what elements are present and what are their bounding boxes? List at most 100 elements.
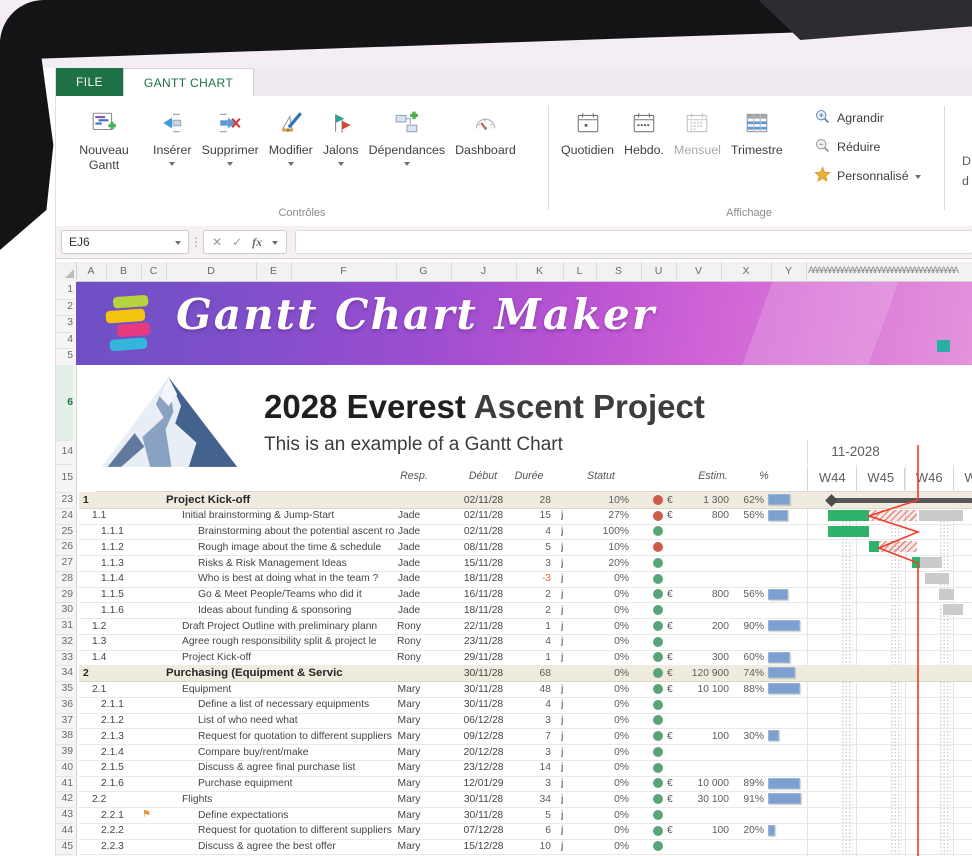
status-dot: [653, 511, 663, 521]
row-header-39[interactable]: 39: [56, 744, 73, 761]
insert-function-icon[interactable]: fx: [252, 235, 262, 250]
row-header-6[interactable]: 6: [56, 365, 73, 441]
quotidien-button[interactable]: Quotidien: [556, 100, 619, 158]
name-box[interactable]: EJ6: [61, 230, 189, 254]
row-header-42[interactable]: 42: [56, 791, 73, 808]
tab-file[interactable]: FILE: [56, 68, 123, 96]
row-header-26[interactable]: 26: [56, 539, 73, 556]
table-row[interactable]: 2.1.6Purchase equipmentMary12/01/293j0%€…: [79, 776, 972, 793]
nouveau-gantt-button[interactable]: Nouveau Gantt: [60, 100, 148, 173]
enter-icon[interactable]: ✓: [232, 235, 242, 249]
row-header-37[interactable]: 37: [56, 713, 73, 730]
formula-input[interactable]: [295, 230, 972, 254]
table-row[interactable]: 2.1.3Request for quotation to different …: [79, 728, 972, 745]
agrandir-button[interactable]: Agrandir: [814, 108, 921, 128]
percent-cell: 88%: [724, 683, 764, 696]
table-row[interactable]: 1.3Agree rough responsibility split & pr…: [79, 634, 972, 651]
row-header-40[interactable]: 40: [56, 760, 73, 777]
row-header-2[interactable]: 2: [56, 299, 73, 317]
row-header-45[interactable]: 45: [56, 839, 73, 856]
dashboard-button[interactable]: Dashboard: [450, 100, 521, 158]
table-row[interactable]: 1.1.6Ideas about funding & sponsoringJad…: [79, 602, 972, 619]
cancel-icon[interactable]: ✕: [212, 235, 222, 249]
responsible-cell: Rony: [379, 620, 439, 633]
duration-cell: 68: [511, 667, 551, 680]
table-row[interactable]: 2.1.4Compare buy/rent/makeMary20/12/283j…: [79, 744, 972, 761]
reduire-button[interactable]: Réduire: [814, 137, 921, 157]
row-header-24[interactable]: 24: [56, 508, 73, 525]
gantt-bar-gry: [943, 604, 963, 615]
row-header-29[interactable]: 29: [56, 587, 73, 604]
task-name-cell: Initial brainstorming & Jump-Start: [182, 509, 394, 522]
row-header-23[interactable]: 23: [56, 492, 73, 509]
percent-cell: 90%: [724, 620, 764, 633]
row-header-1[interactable]: 1: [56, 282, 73, 300]
more-options-icon[interactable]: ⋮: [189, 235, 203, 249]
mensuel-button[interactable]: Mensuel: [669, 100, 726, 158]
row-header-31[interactable]: 31: [56, 618, 73, 635]
task-name-cell: Discuss & agree final purchase list: [198, 761, 394, 774]
start-date-cell: 23/11/28: [451, 635, 516, 648]
table-row[interactable]: 1.4Project Kick-offRony29/11/281j0%€3006…: [79, 650, 972, 667]
row-header-36[interactable]: 36: [56, 697, 73, 714]
table-row[interactable]: 1.1.4Who is best at doing what in the te…: [79, 571, 972, 588]
ribbon-separator: [548, 106, 549, 210]
modifier-button[interactable]: Modifier: [264, 100, 318, 166]
row-header-32[interactable]: 32: [56, 634, 73, 651]
row-header-14[interactable]: 14: [56, 440, 73, 465]
row-header-25[interactable]: 25: [56, 524, 73, 541]
template-banner: Gantt Chart Maker: [76, 282, 972, 365]
sheet-canvas: Gantt Chart Maker 2028 Everest Ascent Pr…: [56, 262, 972, 856]
status-pct-cell: 0%: [589, 683, 629, 696]
row-header-28[interactable]: 28: [56, 571, 73, 588]
row-header-38[interactable]: 38: [56, 728, 73, 745]
table-row[interactable]: 2.1.2List of who need whatMary06/12/283j…: [79, 713, 972, 730]
table-row[interactable]: 1.1.3Risks & Risk Management IdeasJade15…: [79, 555, 972, 572]
start-date-cell: 12/01/29: [451, 777, 516, 790]
table-row[interactable]: 2.1EquipmentMary30/11/2848j0%€10 10088%: [79, 681, 972, 698]
table-row[interactable]: 2.2.3Discuss & agree the best offerMary1…: [79, 839, 972, 856]
calendar-week-icon: [631, 106, 657, 140]
row-header-4[interactable]: 4: [56, 332, 73, 350]
row-header-15[interactable]: 15: [56, 464, 73, 493]
jalons-button[interactable]: Jalons: [318, 100, 364, 166]
table-row[interactable]: 2.2FlightsMary30/11/2834j0%€30 10091%: [79, 791, 972, 808]
wbs-cell: 1.1.2: [101, 541, 156, 554]
row-header-3[interactable]: 3: [56, 315, 73, 333]
row-header-27[interactable]: 27: [56, 555, 73, 572]
table-row[interactable]: 2.2.2Request for quotation to different …: [79, 823, 972, 840]
table-row[interactable]: 1.2Draft Project Outline with preliminar…: [79, 618, 972, 635]
table-row[interactable]: 2.1.1Define a list of necessary equipmen…: [79, 697, 972, 714]
row-header-35[interactable]: 35: [56, 681, 73, 698]
duration-cell: 4: [511, 525, 551, 538]
hebdo-button[interactable]: Hebdo.: [619, 100, 669, 158]
task-name-cell: Go & Meet People/Teams who did it: [198, 588, 394, 601]
status-dot: [653, 747, 663, 757]
task-name-cell: Compare buy/rent/make: [198, 746, 394, 759]
table-row[interactable]: 2Purchasing (Equipment & Servic30/11/286…: [79, 665, 972, 682]
supprimer-button[interactable]: Supprimer: [197, 100, 264, 166]
row-header-34[interactable]: 34: [56, 665, 73, 682]
table-row[interactable]: 1.1.5Go & Meet People/Teams who did itJa…: [79, 587, 972, 604]
tab-gantt-chart[interactable]: GANTT CHART: [123, 68, 254, 97]
trimestre-button[interactable]: Trimestre: [726, 100, 788, 158]
dependances-button[interactable]: Dépendances: [364, 100, 450, 166]
duration-unit-cell: j: [561, 541, 575, 554]
row-header-33[interactable]: 33: [56, 650, 73, 667]
row-header-5[interactable]: 5: [56, 348, 73, 366]
row-header-30[interactable]: 30: [56, 602, 73, 619]
responsible-cell: Rony: [379, 635, 439, 648]
task-name-cell: Draft Project Outline with preliminary p…: [182, 620, 394, 633]
inserer-button[interactable]: Insérer: [148, 100, 197, 166]
button-label: Mensuel: [674, 143, 721, 158]
personnalise-button[interactable]: Personnalisé: [814, 166, 921, 186]
currency-cell: €: [667, 588, 679, 601]
row-header-41[interactable]: 41: [56, 776, 73, 793]
table-row[interactable]: 2.2.1⚑Define expectationsMary30/11/285j0…: [79, 807, 972, 824]
row-header-43[interactable]: 43: [56, 807, 73, 824]
start-date-cell: 30/11/28: [451, 698, 516, 711]
milestone-flag-icon: ⚑: [142, 808, 151, 821]
table-row[interactable]: 2.1.5Discuss & agree final purchase list…: [79, 760, 972, 777]
table-row[interactable]: 1.1.2Rough image about the time & schedu…: [79, 539, 972, 556]
row-header-44[interactable]: 44: [56, 823, 73, 840]
